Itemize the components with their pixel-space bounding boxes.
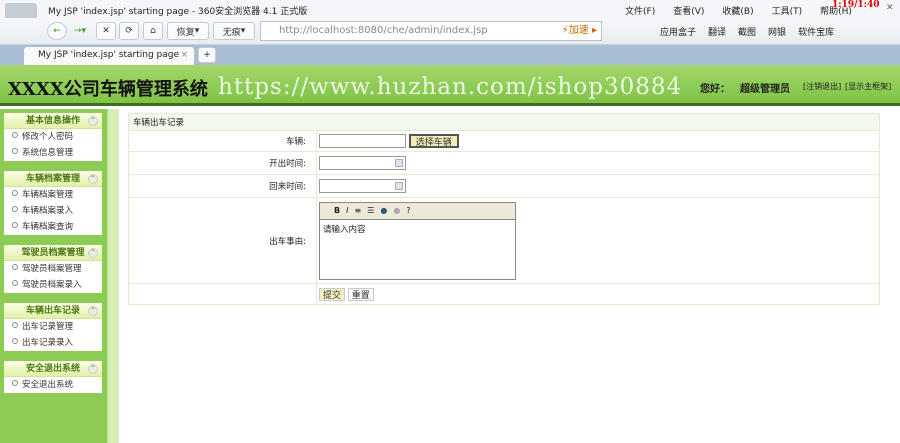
screenshot-button[interactable]: 截图 [738, 25, 756, 38]
window-title: My JSP 'index.jsp' starting page - 360安全… [48, 7, 308, 17]
sidebar-item-driver-add[interactable]: 驾驶员档案录入 [4, 277, 102, 293]
watermark: https://www.huzhan.com/ishop30884 [218, 74, 683, 100]
return-time-label: 回来时间: [128, 174, 317, 198]
panel-header[interactable]: 车辆档案管理 ^ [4, 171, 102, 187]
menu-bar: 文件(F) 查看(V) 收藏(B) 工具(T) 帮助(H) [625, 4, 852, 17]
select-vehicle-button[interactable]: 选择车辆 [408, 134, 459, 148]
sidebar-item-driver-manage[interactable]: 驾驶员档案管理 [4, 261, 102, 277]
accelerate-button[interactable]: ⚡加速 ▸ [562, 22, 597, 40]
panel-basic-info: 基本信息操作 ^ 修改个人密码 系统信息管理 [4, 113, 102, 161]
panel-exit: 安全退出系统 ^ 安全退出系统 [4, 361, 102, 393]
ordered-list-icon[interactable]: ≡ [354, 206, 361, 215]
page-header: XXXX公司车辆管理系统 https://www.huzhan.com/isho… [0, 65, 900, 106]
collapse-icon[interactable]: ^ [88, 174, 98, 184]
forward-button[interactable]: →▾ [70, 22, 90, 40]
menu-view[interactable]: 查看(V) [673, 4, 704, 17]
toolbar: ← →▾ ✕ ⟳ ⌂ 恢复 ▾ 无痕 ▾ http://localhost:8080… [0, 18, 900, 45]
panel-title: 车辆出车记录 [25, 306, 80, 316]
menu-file[interactable]: 文件(F) [625, 4, 655, 17]
incognito-button[interactable]: 无痕 ▾ [213, 22, 255, 40]
restore-label: 恢复 [176, 27, 195, 38]
panel-driver-archive: 驾驶员档案管理 ^ 驾驶员档案管理 驾驶员档案录入 [4, 245, 102, 293]
back-button[interactable]: ← [47, 22, 67, 40]
collapse-icon[interactable]: ^ [88, 116, 98, 126]
address-bar[interactable]: http://localhost:8080/che/admin/index.js… [260, 21, 602, 41]
vehicle-input[interactable] [319, 134, 406, 148]
bold-icon[interactable]: B [334, 206, 340, 215]
close-window-icon[interactable]: ✕ [886, 3, 894, 13]
system-title: XXXX公司车辆管理系统 [8, 79, 208, 100]
tab-title: My JSP 'index.jsp' starting page [38, 50, 180, 60]
software-button[interactable]: 软件宝库 [798, 25, 834, 38]
translate-button[interactable]: 翻译 [708, 25, 726, 38]
link-icon[interactable]: ● [380, 206, 387, 215]
panel-title: 基本信息操作 [25, 116, 80, 126]
sidebar-item-record-add[interactable]: 出车记录录入 [4, 335, 102, 351]
form-title: 车辆出车记录 [128, 113, 880, 131]
panel-dispatch-record: 车辆出车记录 ^ 出车记录管理 出车记录录入 [4, 303, 102, 351]
clock: 1:19/1:40 [832, 0, 880, 10]
reason-textarea[interactable]: 请输入内容 [320, 220, 515, 238]
sidebar-item-system-info[interactable]: 系统信息管理 [4, 145, 102, 161]
sidebar-item-record-manage[interactable]: 出车记录管理 [4, 319, 102, 335]
sidebar-item-vehicle-add[interactable]: 车辆档案录入 [4, 203, 102, 219]
sidebar-item-vehicle-query[interactable]: 车辆档案查询 [4, 219, 102, 235]
reason-label: 出车事由: [128, 197, 317, 284]
editor-toolbar: BI ≡ ☰ ● ● ? [320, 202, 515, 220]
panel-header[interactable]: 驾驶员档案管理 ^ [4, 245, 102, 261]
collapse-icon[interactable]: ^ [88, 306, 98, 316]
user-name: 超级管理员 [740, 84, 790, 95]
stop-button[interactable]: ✕ [96, 22, 116, 40]
calendar-icon[interactable] [395, 182, 403, 190]
tool-buttons: 应用盒子 翻译 截图 网银 软件宝库 [660, 25, 834, 38]
tab-active[interactable]: My JSP 'index.jsp' starting page × [24, 47, 194, 65]
new-tab-button[interactable]: + [198, 47, 216, 63]
italic-icon[interactable]: I [346, 206, 348, 215]
sidebar-splitter[interactable] [107, 109, 119, 443]
menu-favorites[interactable]: 收藏(B) [722, 4, 753, 17]
sidebar-item-exit[interactable]: 安全退出系统 [4, 377, 102, 393]
unordered-list-icon[interactable]: ☰ [367, 206, 374, 215]
sidebar-item-change-password[interactable]: 修改个人密码 [4, 129, 102, 145]
unlink-icon[interactable]: ● [393, 206, 400, 215]
bank-button[interactable]: 网银 [768, 25, 786, 38]
panel-title: 安全退出系统 [25, 364, 80, 374]
incognito-label: 无痕 [222, 27, 241, 38]
panel-header[interactable]: 安全退出系统 ^ [4, 361, 102, 377]
panel-vehicle-archive: 车辆档案管理 ^ 车辆档案管理 车辆档案录入 车辆档案查询 [4, 171, 102, 235]
depart-time-input[interactable] [319, 156, 406, 170]
tab-bar: My JSP 'index.jsp' starting page × + [0, 45, 900, 65]
collapse-icon[interactable]: ^ [88, 364, 98, 374]
submit-button[interactable]: 提交 [319, 287, 346, 301]
dispatch-form: 车辆出车记录 车辆: 选择车辆 开出时间: 回来时间: 出车事由: BI ≡ ☰ … [128, 113, 880, 305]
restore-button[interactable]: 恢复 ▾ [167, 22, 209, 40]
return-time-input[interactable] [319, 179, 406, 193]
empty-cell [128, 283, 317, 305]
calendar-icon[interactable] [395, 159, 403, 167]
menu-tools[interactable]: 工具(T) [772, 4, 803, 17]
sidebar: 基本信息操作 ^ 修改个人密码 系统信息管理 车辆档案管理 ^ 车辆档案管理 车辆档… [0, 109, 107, 443]
greeting: 您好： [700, 84, 730, 95]
accelerate-label: 加速 [568, 25, 589, 36]
panel-title: 车辆档案管理 [25, 174, 80, 184]
vehicle-label: 车辆: [128, 130, 317, 152]
depart-time-label: 开出时间: [128, 151, 317, 175]
app-box-button[interactable]: 应用盒子 [660, 25, 696, 38]
show-frame-link[interactable]: [显示主框架] [845, 81, 891, 92]
panel-header[interactable]: 车辆出车记录 ^ [4, 303, 102, 319]
sidebar-item-vehicle-manage[interactable]: 车辆档案管理 [4, 187, 102, 203]
help-icon[interactable]: ? [406, 206, 410, 215]
panel-title: 驾驶员档案管理 [21, 248, 85, 258]
title-bar: My JSP 'index.jsp' starting page - 360安全… [0, 0, 900, 39]
url-text: http://localhost:8080/che/admin/index.js… [279, 25, 488, 36]
close-tab-icon[interactable]: × [180, 50, 188, 60]
reset-button[interactable]: 重置 [347, 287, 374, 301]
refresh-button[interactable]: ⟳ [119, 22, 139, 40]
panel-header[interactable]: 基本信息操作 ^ [4, 113, 102, 129]
collapse-icon[interactable]: ^ [88, 248, 98, 258]
rich-text-editor: BI ≡ ☰ ● ● ? 请输入内容 [319, 201, 516, 280]
home-button[interactable]: ⌂ [143, 22, 163, 40]
logout-link[interactable]: [注销退出] [803, 81, 841, 92]
